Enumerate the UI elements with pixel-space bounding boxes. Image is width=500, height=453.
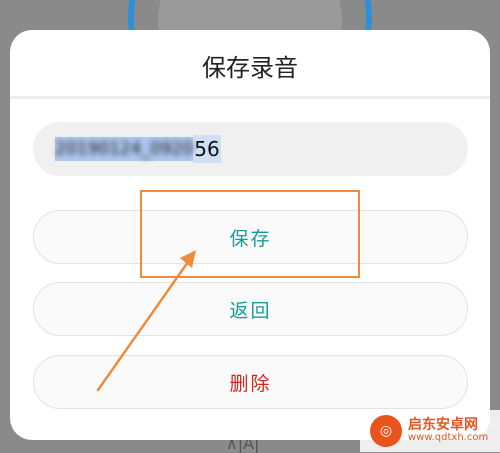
- filename-selected-text: 20190124_0920: [55, 137, 194, 161]
- watermark: ◎ 启东安卓网 www.qdtxh.com: [360, 410, 500, 452]
- watermark-url: www.qdtxh.com: [408, 432, 489, 444]
- back-button[interactable]: 返回: [33, 282, 468, 336]
- title-divider: [10, 96, 490, 99]
- filename-input[interactable]: 20190124_0920 56: [33, 122, 468, 176]
- watermark-logo-icon: ◎: [370, 415, 402, 447]
- filename-text: 20190124_0920 56: [55, 135, 221, 163]
- watermark-name: 启东安卓网: [408, 417, 478, 434]
- filename-rest-text: 56: [193, 135, 221, 163]
- dialog-title: 保存录音: [202, 54, 298, 82]
- delete-button[interactable]: 删除: [33, 355, 468, 409]
- save-button[interactable]: 保存: [33, 210, 468, 264]
- save-recording-dialog: 保存录音 20190124_0920 56 保存 返回 删除: [10, 30, 490, 440]
